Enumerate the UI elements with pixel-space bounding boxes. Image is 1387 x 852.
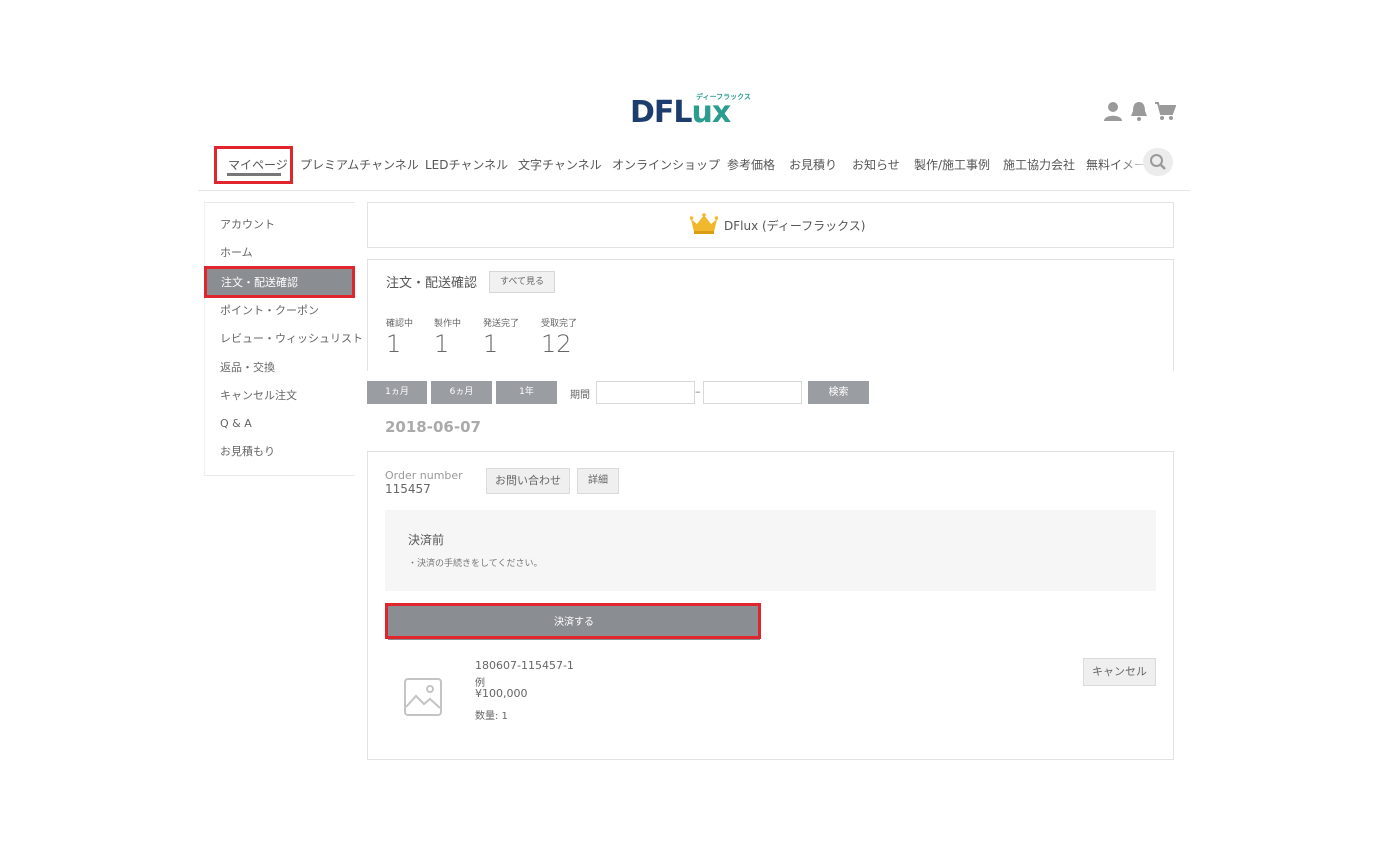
product-price: ¥100,000	[475, 687, 528, 700]
highlight-box-sidebar	[204, 266, 355, 298]
crown-icon	[690, 213, 718, 234]
order-card: Order number 115457 お問い合わせ 詳細 決済前 ・決済の手続…	[367, 451, 1174, 760]
search-button[interactable]	[1143, 148, 1173, 176]
stat-value: 1	[483, 330, 499, 358]
stat-value: 1	[434, 330, 450, 358]
sidebar-item-quotes[interactable]: お見積もり	[205, 438, 356, 466]
date-to-input[interactable]	[703, 381, 802, 404]
header-icons	[1102, 100, 1182, 124]
date-separator: –	[695, 385, 701, 398]
product-quantity: 数量: 1	[475, 711, 508, 722]
nav-item-premium-channel[interactable]: プレミアムチャンネル	[300, 156, 419, 173]
payment-status-title: 決済前	[408, 533, 445, 547]
filter-1-month-button[interactable]: 1ヵ月	[367, 381, 427, 404]
nav-item-case-studies[interactable]: 製作/施工事例	[914, 156, 990, 173]
stat-label: 発送完了	[483, 319, 520, 329]
order-number: 115457	[385, 482, 431, 496]
nav-item-online-shop[interactable]: オンラインショップ	[612, 156, 720, 173]
member-rank-box: DFlux (ディーフラックス)	[367, 202, 1174, 248]
order-date: 2018-06-07	[385, 418, 481, 436]
cart-icon[interactable]	[1154, 100, 1177, 122]
filter-search-button[interactable]: 検索	[808, 381, 869, 404]
nav-item-news[interactable]: お知らせ	[852, 156, 900, 173]
nav-item-letter-channel[interactable]: 文字チャンネル	[518, 156, 602, 173]
main-nav: マイページ プレミアムチャンネル LEDチャンネル 文字チャンネル オンラインシ…	[214, 146, 1174, 184]
nav-item-partners[interactable]: 施工協力会社	[1003, 156, 1075, 173]
highlight-box-pay	[385, 603, 761, 639]
period-label: 期間	[570, 390, 590, 401]
cancel-item-button[interactable]: キャンセル	[1083, 658, 1156, 686]
stat-shipped[interactable]: 発送完了 1	[483, 316, 519, 357]
stat-label: 受取完了	[541, 319, 578, 329]
image-placeholder-icon	[404, 678, 442, 716]
payment-status-note: ・決済の手続きをしてください。	[408, 559, 543, 569]
stat-received[interactable]: 受取完了 12	[541, 316, 577, 357]
member-rank-text: DFlux (ディーフラックス)	[724, 219, 866, 233]
order-summary-title: 注文・配送確認	[386, 276, 478, 291]
sidebar-item-returns[interactable]: 返品・交換	[205, 354, 356, 382]
search-icon	[1150, 154, 1166, 170]
stat-confirming[interactable]: 確認中 1	[386, 316, 413, 357]
date-from-input[interactable]	[596, 381, 695, 404]
product-code[interactable]: 180607-115457-1	[475, 659, 574, 672]
sidebar-item-points[interactable]: ポイント・クーポン	[205, 297, 356, 325]
stat-producing[interactable]: 製作中 1	[434, 316, 461, 357]
logo[interactable]: ディーフラックス DFLux	[630, 92, 751, 130]
payment-status-box: 決済前 ・決済の手続きをしてください。	[385, 510, 1156, 591]
stat-label: 確認中	[386, 319, 414, 329]
nav-item-led-channel[interactable]: LEDチャンネル	[425, 156, 508, 173]
sidebar-item-cancelled[interactable]: キャンセル注文	[205, 382, 356, 410]
view-all-button[interactable]: すべて見る	[489, 271, 555, 293]
order-number-label: Order number	[385, 469, 463, 482]
logo-text: DFLux	[630, 95, 732, 130]
stat-label: 製作中	[434, 319, 462, 329]
filter-6-months-button[interactable]: 6ヵ月	[431, 381, 492, 404]
stat-value: 1	[386, 330, 402, 358]
detail-button[interactable]: 詳細	[577, 468, 619, 494]
nav-divider	[198, 190, 1190, 191]
nav-item-reference-price[interactable]: 参考価格	[727, 156, 775, 173]
nav-item-quote[interactable]: お見積り	[789, 156, 837, 173]
logo-prefix: DFL	[630, 95, 693, 130]
sidebar-item-home[interactable]: ホーム	[205, 239, 356, 267]
inquiry-button[interactable]: お問い合わせ	[486, 468, 570, 494]
stat-value: 12	[541, 330, 572, 358]
highlight-box-nav	[214, 146, 293, 184]
bell-icon[interactable]	[1128, 100, 1150, 122]
filter-1-year-button[interactable]: 1年	[496, 381, 557, 404]
logo-suffix: ux	[691, 95, 732, 130]
user-icon[interactable]	[1102, 100, 1124, 122]
sidebar-item-reviews[interactable]: レビュー・ウィッシュリスト	[205, 325, 363, 353]
order-summary: 注文・配送確認 すべて見る 確認中 1 製作中 1 発送完了 1 受取完了 12	[367, 259, 1174, 371]
sidebar: アカウント ホーム 注文・配送確認 ポイント・クーポン レビュー・ウィッシュリス…	[204, 202, 363, 476]
sidebar-item-qa[interactable]: Q & A	[205, 410, 356, 438]
sidebar-item-account[interactable]: アカウント	[205, 211, 356, 239]
